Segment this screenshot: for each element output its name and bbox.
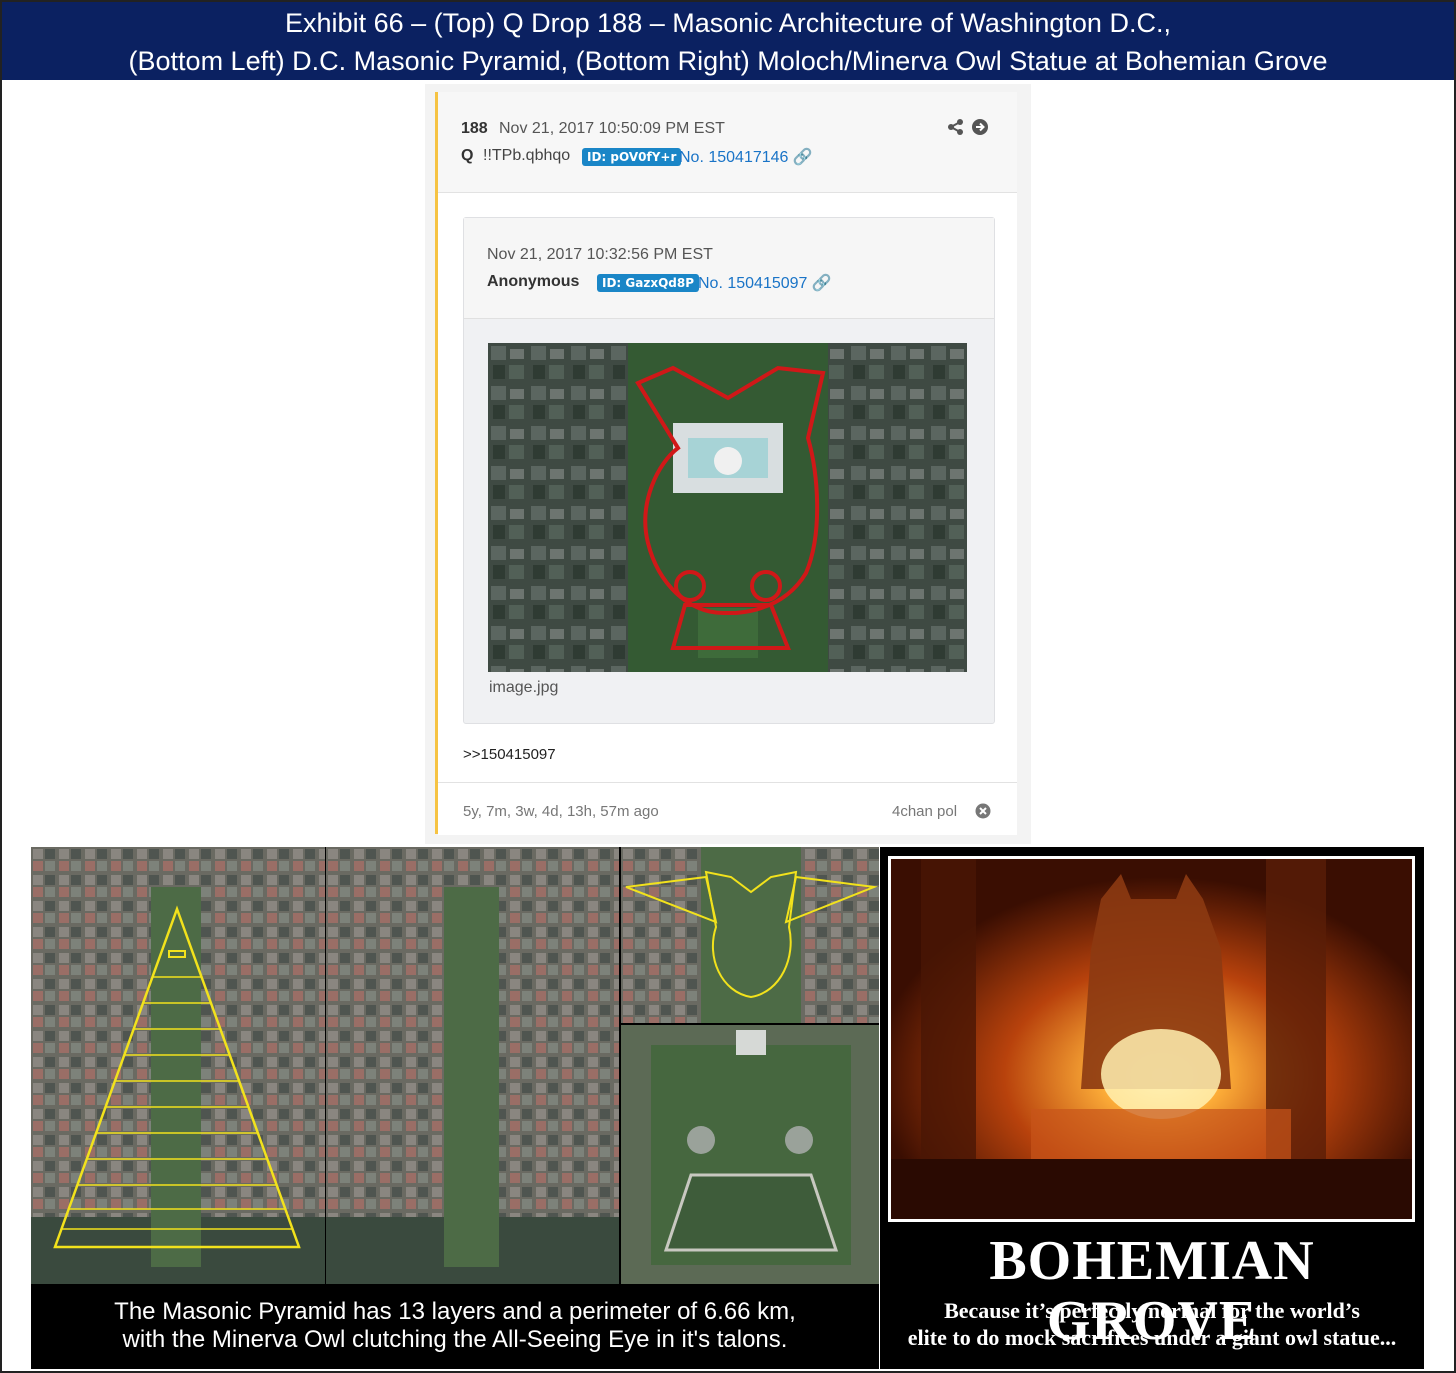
capitol-owl-map-image[interactable]	[488, 343, 967, 672]
poster-subtitle-line-2: elite to do mock sacrifices under a gian…	[907, 1325, 1397, 1350]
post-footer: 5y, 7m, 3w, 4d, 13h, 57m ago 4chan pol	[438, 782, 1017, 835]
post-number-link-text: No. 150417146	[679, 149, 789, 166]
quoted-post-date: Nov 21, 2017 10:32:56 PM EST	[487, 246, 713, 263]
link-icon: 🔗	[792, 149, 813, 166]
banner-line-1: Exhibit 66 – (Top) Q Drop 188 – Masonic …	[285, 8, 1171, 38]
arrow-right-circle-icon[interactable]	[971, 118, 989, 141]
bohemian-grove-poster: BOHEMIAN GROVE Because it’s perfectly no…	[880, 847, 1424, 1369]
post-id-badge: ID: pOV0fY+r	[582, 148, 682, 166]
post-body-reply[interactable]: >>150415097	[463, 746, 556, 763]
pyramid-caption-line-2: with the Minerva Owl clutching the All-S…	[122, 1326, 788, 1353]
pyramid-caption: The Masonic Pyramid has 13 layers and a …	[31, 1284, 879, 1369]
quoted-post-header: Nov 21, 2017 10:32:56 PM EST Anonymous I…	[464, 218, 994, 319]
quoted-post-number-link-text: No. 150415097	[698, 275, 808, 292]
post-number: 188	[461, 120, 488, 137]
q-post-card: 188 Nov 21, 2017 10:50:09 PM EST Q !!TPb…	[425, 84, 1031, 844]
quoted-post-author: Anonymous	[487, 273, 580, 290]
post-number-link[interactable]: No. 150417146 🔗	[679, 147, 813, 167]
quoted-post-number-link[interactable]: No. 150415097 🔗	[698, 273, 832, 293]
post-date: Nov 21, 2017 10:50:09 PM EST	[499, 120, 725, 137]
poster-subtitle-line-1: Because it’s perfectly normal for the wo…	[944, 1298, 1360, 1323]
link-icon: 🔗	[811, 275, 832, 292]
post-header: 188 Nov 21, 2017 10:50:09 PM EST Q !!TPb…	[438, 92, 1017, 193]
quoted-post: Nov 21, 2017 10:32:56 PM EST Anonymous I…	[463, 217, 995, 724]
image-filename[interactable]: image.jpg	[489, 679, 558, 697]
share-icon[interactable]	[947, 118, 965, 141]
owl-overlay-image	[621, 847, 879, 1023]
post-tripcode: !!TPb.qbhqo	[483, 147, 571, 164]
exhibit-banner: Exhibit 66 – (Top) Q Drop 188 – Masonic …	[2, 2, 1454, 80]
poster-subtitle: Because it’s perfectly normal for the wo…	[880, 1297, 1424, 1351]
masonic-pyramid-panel: The Masonic Pyramid has 13 layers and a …	[31, 847, 879, 1369]
banner-line-2: (Bottom Left) D.C. Masonic Pyramid, (Bot…	[128, 46, 1328, 76]
mall-satellite-image	[326, 847, 619, 1284]
post-age: 5y, 7m, 3w, 4d, 13h, 57m ago	[463, 803, 659, 820]
q-post: 188 Nov 21, 2017 10:50:09 PM EST Q !!TPb…	[435, 92, 1017, 835]
post-source: 4chan pol	[892, 803, 958, 820]
close-circle-icon[interactable]	[975, 803, 991, 824]
pyramid-overlay-image	[31, 847, 325, 1284]
post-author: Q	[461, 147, 474, 164]
quoted-post-id-badge: ID: GazxQd8P	[597, 274, 700, 292]
pyramid-caption-line-1: The Masonic Pyramid has 13 layers and a …	[114, 1298, 796, 1325]
capitol-west-lawn-image	[621, 1025, 879, 1284]
owl-statue-photo	[888, 856, 1415, 1222]
